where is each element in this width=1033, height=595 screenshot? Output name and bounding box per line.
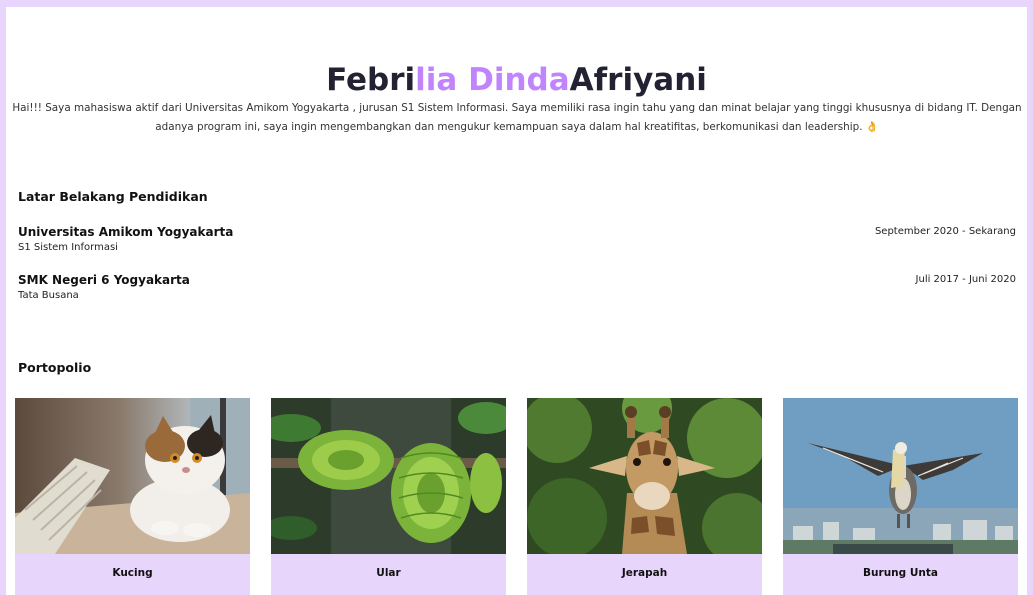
page-title: Febrilia DindaAfriyani — [0, 60, 1033, 100]
portfolio-caption: Ular — [271, 554, 506, 595]
title-part-2: lia Dinda — [415, 62, 570, 98]
education-item: SMK Negeri 6 Yogyakarta Tata Busana Juli… — [18, 273, 1016, 307]
bird-photo — [783, 398, 1018, 554]
giraffe-photo — [527, 398, 762, 554]
education-school: Universitas Amikom Yogyakarta — [18, 225, 234, 239]
top-border — [0, 0, 1033, 7]
education-major: Tata Busana — [18, 290, 79, 301]
education-major: S1 Sistem Informasi — [18, 242, 118, 253]
portfolio-caption: Jerapah — [527, 554, 762, 595]
title-part-3: Afriyani — [569, 62, 707, 98]
portfolio-caption: Kucing — [15, 554, 250, 595]
portfolio-section-title: Portopolio — [18, 360, 92, 375]
portfolio-caption: Burung Unta — [783, 554, 1018, 595]
portfolio-card-cat[interactable]: Kucing — [15, 398, 250, 595]
title-part-1: Febri — [326, 62, 416, 98]
portfolio-card-snake[interactable]: Ular — [271, 398, 506, 595]
education-period: Juli 2017 - Juni 2020 — [915, 274, 1016, 285]
snake-photo — [271, 398, 506, 554]
portfolio-card-bird[interactable]: Burung Unta — [783, 398, 1018, 595]
cat-photo — [15, 398, 250, 554]
education-item: Universitas Amikom Yogyakarta S1 Sistem … — [18, 225, 1016, 259]
portfolio-card-giraffe[interactable]: Jerapah — [527, 398, 762, 595]
education-section-title: Latar Belakang Pendidikan — [18, 189, 208, 204]
education-school: SMK Negeri 6 Yogyakarta — [18, 273, 190, 287]
education-period: September 2020 - Sekarang — [874, 226, 1016, 237]
intro-text: Hai!!! Saya mahasiswa aktif dari Univers… — [12, 102, 1022, 133]
